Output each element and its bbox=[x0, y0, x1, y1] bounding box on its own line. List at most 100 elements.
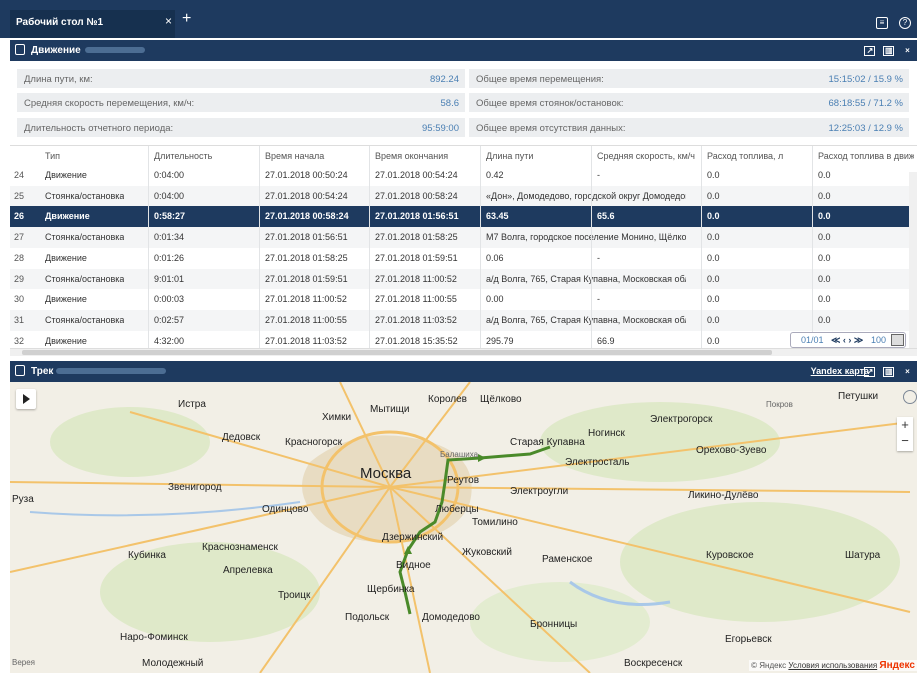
column-header-end[interactable]: Время окончания bbox=[375, 151, 448, 161]
cell-fuel_move: 0.0 bbox=[818, 314, 831, 325]
map-label: Наро-Фоминск bbox=[120, 632, 188, 643]
cell-fuel: 0.0 bbox=[707, 273, 720, 284]
movement-panel-title: Движение bbox=[31, 45, 81, 56]
cell-start: 27.01.2018 01:59:51 bbox=[265, 273, 348, 284]
table-row[interactable]: 26 Движение 0:58:27 27.01.2018 00:58:24 27.0… bbox=[10, 206, 910, 228]
cell-fuel: 0.0 bbox=[707, 314, 720, 325]
table-row[interactable]: 30 Движение 0:00:03 27.01.2018 11:00:52 27.0… bbox=[10, 289, 910, 310]
map-label: Воскресенск bbox=[624, 658, 683, 669]
export-icon[interactable]: ↗ bbox=[864, 367, 876, 377]
table-row[interactable]: 31 Стоянка/остановка 0:02:57 27.01.2018 11:… bbox=[10, 309, 910, 331]
cell-dur: 0:04:00 bbox=[154, 170, 185, 180]
summary-label: Общее время стоянок/остановок: bbox=[476, 98, 624, 109]
table-row[interactable]: 25 Стоянка/остановка 0:04:00 27.01.2018 00:… bbox=[10, 185, 910, 207]
cell-type: Движение bbox=[45, 252, 87, 263]
cell-start: 27.01.2018 01:58:25 bbox=[265, 252, 348, 263]
cell-dist: «Дон», Домодедово, городской округ Домод… bbox=[486, 190, 686, 201]
summary-value: 892.24 bbox=[429, 74, 459, 85]
column-divider bbox=[259, 146, 260, 349]
map-label: Краснознаменск bbox=[202, 542, 278, 553]
map-label: Истра bbox=[178, 399, 206, 410]
cell-dur: 0:58:27 bbox=[154, 211, 186, 222]
table-row[interactable]: 24 Движение 0:04:00 27.01.2018 00:50:24 27.0… bbox=[10, 165, 910, 186]
summary-value: 58.6 bbox=[440, 98, 460, 109]
cell-speed: - bbox=[597, 170, 600, 180]
cell-start: 27.01.2018 00:58:24 bbox=[265, 211, 349, 222]
cell-end: 27.01.2018 11:00:52 bbox=[375, 273, 457, 284]
tab-close-icon[interactable]: × bbox=[165, 14, 172, 28]
tab-workspace-1[interactable]: Рабочий стол №1 bbox=[10, 10, 175, 38]
zoom-in-button[interactable]: + bbox=[897, 417, 913, 433]
table-row[interactable]: 27 Стоянка/остановка 0:01:34 27.01.2018 01:… bbox=[10, 227, 910, 248]
window-actions: ≡ ? bbox=[868, 16, 911, 29]
summary-value: 95:59:00 bbox=[422, 123, 459, 134]
yandex-logo: Яндекс bbox=[879, 660, 915, 671]
table-row[interactable]: 28 Движение 0:01:26 27.01.2018 01:58:25 27.0… bbox=[10, 248, 910, 269]
help-icon[interactable]: ? bbox=[899, 17, 911, 29]
summary-move-time: Общее время перемещения: 15:15:02 / 15.9… bbox=[469, 69, 909, 88]
scroll-thumb[interactable] bbox=[22, 350, 772, 355]
column-header-distance[interactable]: Длина пути bbox=[486, 151, 533, 161]
page-nav-buttons[interactable]: ≪ ‹ › ≫ bbox=[831, 335, 863, 346]
column-header-speed[interactable]: Средняя скорость, км/ч bbox=[597, 151, 695, 161]
zoom-out-button[interactable]: − bbox=[897, 433, 913, 449]
cell-type: Стоянка/остановка bbox=[45, 190, 125, 201]
lock-icon[interactable] bbox=[15, 44, 25, 55]
map-label: Руза bbox=[12, 494, 34, 505]
columns-icon[interactable]: ▥ bbox=[883, 367, 895, 377]
add-tab-icon[interactable]: + bbox=[182, 10, 191, 28]
cell-start: 27.01.2018 00:54:24 bbox=[265, 190, 348, 201]
vertical-scrollbar[interactable] bbox=[909, 172, 917, 349]
column-header-fuel[interactable]: Расход топлива, л bbox=[707, 151, 783, 161]
cell-n: 27 bbox=[14, 232, 25, 243]
cell-fuel: 0.0 bbox=[707, 252, 720, 263]
cell-fuel_move: 0.0 bbox=[818, 211, 831, 222]
river bbox=[29, 501, 301, 517]
close-panel-icon[interactable]: × bbox=[902, 47, 913, 57]
page-size-dropdown[interactable] bbox=[891, 334, 904, 346]
lock-icon[interactable] bbox=[15, 365, 25, 376]
cell-fuel: 0.0 bbox=[707, 190, 720, 201]
pagination: 01/01 ≪ ‹ › ≫ 100 bbox=[790, 332, 906, 348]
cell-n: 31 bbox=[14, 314, 25, 325]
notes-icon[interactable]: ≡ bbox=[875, 17, 888, 29]
cell-dist: 0.42 bbox=[486, 170, 504, 180]
column-header-type[interactable]: Тип bbox=[45, 151, 60, 161]
close-panel-icon[interactable]: × bbox=[902, 368, 913, 378]
map-search-icon[interactable] bbox=[903, 390, 917, 404]
map-label: Раменское bbox=[542, 554, 593, 565]
summary-stop-time: Общее время стоянок/остановок: 68:18:55 … bbox=[469, 93, 909, 112]
column-header-start[interactable]: Время начала bbox=[265, 151, 324, 161]
cell-type: Стоянка/остановка bbox=[45, 314, 125, 325]
summary-value: 68:18:55 / 71.2 % bbox=[828, 98, 903, 109]
export-icon[interactable]: ↗ bbox=[864, 46, 876, 56]
terms-link[interactable]: Условия использования bbox=[788, 661, 877, 670]
cell-fuel: 0.0 bbox=[707, 294, 720, 305]
cell-n: 24 bbox=[14, 170, 25, 180]
column-divider bbox=[480, 146, 481, 349]
cell-fuel_move: 0.0 bbox=[818, 170, 831, 180]
redacted-track-id bbox=[56, 368, 166, 374]
map-label: Покров bbox=[766, 400, 793, 409]
cell-dur: 9:01:01 bbox=[154, 273, 185, 284]
map-view[interactable]: Истра Химки Мытищи Королев Щёлково Элект… bbox=[10, 382, 917, 673]
column-header-duration[interactable]: Длительность bbox=[154, 151, 212, 161]
summary-avg-speed: Средняя скорость перемещения, км/ч: 58.6 bbox=[17, 93, 465, 112]
cell-end: 27.01.2018 00:54:24 bbox=[375, 170, 458, 180]
map-label: Химки bbox=[322, 412, 352, 423]
play-track-button[interactable] bbox=[16, 389, 36, 409]
column-header-fuel-moving[interactable]: Расход топлива в движе... bbox=[818, 151, 914, 161]
cell-fuel: 0.0 bbox=[707, 232, 720, 243]
map-label-capital: Москва bbox=[360, 465, 412, 482]
horizontal-scrollbar[interactable] bbox=[10, 348, 917, 356]
cell-fuel: 0.0 bbox=[707, 170, 720, 180]
map-copyright: © Яндекс Условия использования Яндекс bbox=[749, 660, 917, 671]
columns-icon[interactable]: ▥ bbox=[883, 46, 895, 56]
table-row[interactable]: 29 Стоянка/остановка 9:01:01 27.01.2018 01:… bbox=[10, 268, 910, 290]
map-label: Егорьевск bbox=[725, 634, 772, 645]
cell-fuel_move: 0.0 bbox=[818, 252, 831, 263]
column-divider bbox=[812, 146, 813, 349]
map-label: Бронницы bbox=[530, 619, 578, 630]
column-divider bbox=[591, 146, 592, 349]
map-label: Видное bbox=[396, 560, 431, 571]
